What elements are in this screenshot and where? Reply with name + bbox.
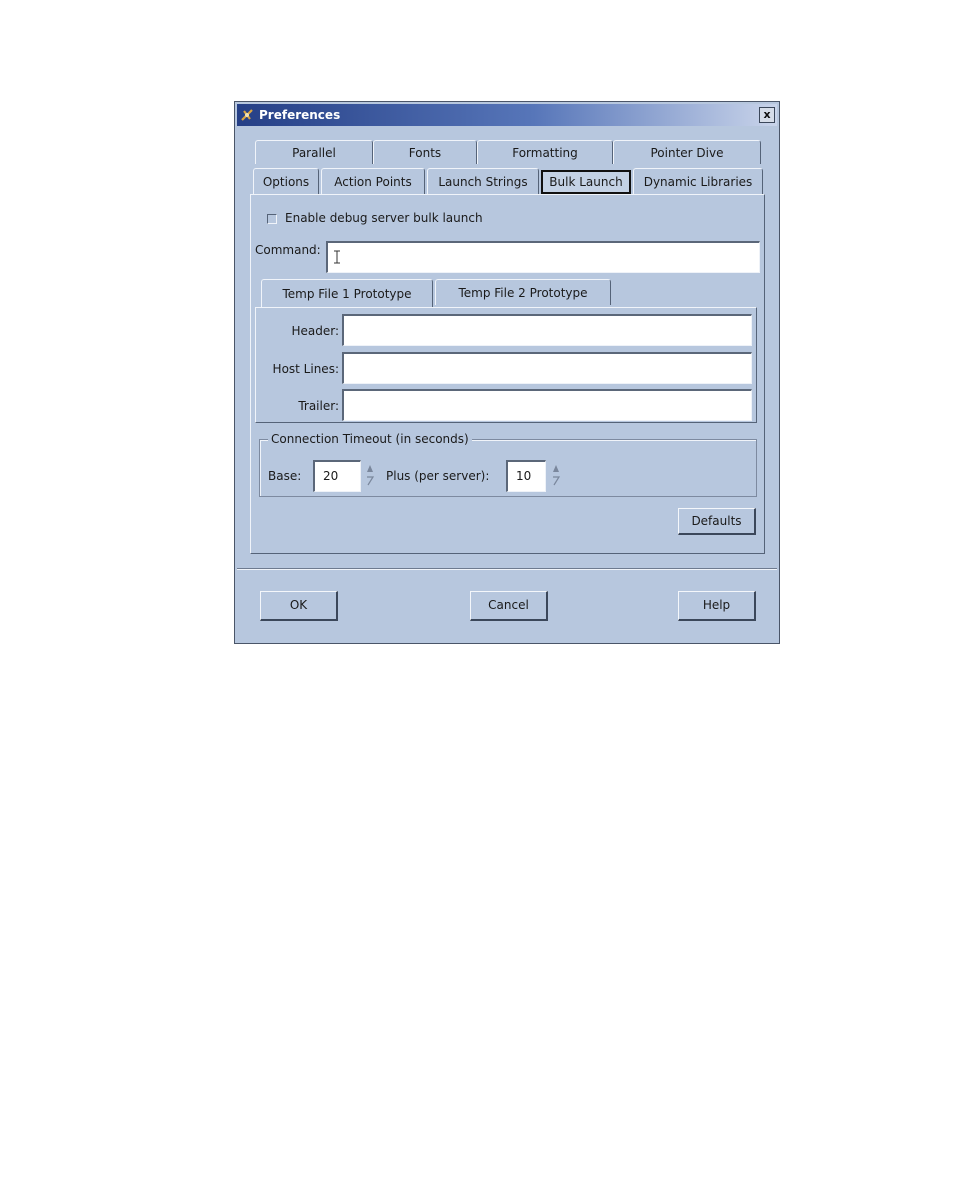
- bulk-launch-panel: Enable debug server bulk launch Command:…: [250, 194, 765, 554]
- help-button-label: Help: [702, 598, 731, 612]
- tab-label: Dynamic Libraries: [643, 175, 753, 189]
- title-bar[interactable]: Preferences x: [237, 104, 777, 126]
- host-lines-input[interactable]: [342, 352, 752, 384]
- tab-dynamic-libraries[interactable]: Dynamic Libraries: [633, 168, 763, 194]
- tab-action-points[interactable]: Action Points: [321, 168, 425, 194]
- help-button[interactable]: Help: [678, 591, 756, 621]
- ok-button[interactable]: OK: [260, 591, 338, 621]
- tab-formatting[interactable]: Formatting: [477, 140, 613, 164]
- subtab-label: Temp File 1 Prototype: [282, 287, 412, 301]
- ok-button-label: OK: [289, 598, 308, 612]
- footer-separator: [237, 568, 777, 570]
- enable-bulk-launch-checkbox[interactable]: [267, 214, 277, 224]
- tab-bulk-launch[interactable]: Bulk Launch: [541, 170, 631, 194]
- tab-label: Formatting: [512, 146, 578, 160]
- app-icon: [241, 109, 253, 121]
- subtab-label: Temp File 2 Prototype: [458, 286, 588, 300]
- enable-bulk-launch-label: Enable debug server bulk launch: [285, 211, 483, 225]
- connection-timeout-title: Connection Timeout (in seconds): [268, 432, 472, 446]
- plus-per-server-input[interactable]: 10: [506, 460, 546, 492]
- plus-per-server-label: Plus (per server):: [386, 469, 490, 483]
- command-label: Command:: [255, 243, 321, 257]
- tab-label: Options: [262, 175, 310, 189]
- close-icon: x: [763, 108, 771, 121]
- close-button[interactable]: x: [759, 107, 775, 123]
- preferences-window: Preferences x Parallel Fonts Formatting …: [234, 101, 780, 644]
- tab-label: Parallel: [292, 146, 336, 160]
- tab-launch-strings[interactable]: Launch Strings: [427, 168, 539, 194]
- subtab-temp-file-1[interactable]: Temp File 1 Prototype: [261, 279, 433, 307]
- defaults-button-label: Defaults: [691, 514, 742, 528]
- tab-label: Action Points: [334, 175, 412, 189]
- tab-label: Bulk Launch: [549, 175, 623, 189]
- cancel-button[interactable]: Cancel: [470, 591, 548, 621]
- tab-label: Fonts: [408, 146, 442, 160]
- tab-label: Pointer Dive: [650, 146, 724, 160]
- header-input[interactable]: [342, 314, 752, 346]
- window-title: Preferences: [259, 108, 341, 122]
- prototype-panel: Header: Host Lines: Trailer:: [255, 307, 757, 423]
- trailer-label: Trailer:: [298, 399, 339, 413]
- header-label: Header:: [291, 324, 339, 338]
- plus-spinner-icon[interactable]: [551, 462, 561, 488]
- base-input[interactable]: 20: [313, 460, 361, 492]
- tab-label: Launch Strings: [438, 175, 528, 189]
- tab-options[interactable]: Options: [253, 168, 319, 194]
- cancel-button-label: Cancel: [488, 598, 529, 612]
- tab-pointer-dive[interactable]: Pointer Dive: [613, 140, 761, 164]
- subtab-temp-file-2[interactable]: Temp File 2 Prototype: [435, 279, 611, 305]
- connection-timeout-group: Connection Timeout (in seconds) Base: 20…: [259, 432, 757, 497]
- host-lines-label: Host Lines:: [272, 362, 339, 376]
- defaults-button[interactable]: Defaults: [678, 508, 756, 535]
- trailer-input[interactable]: [342, 389, 752, 421]
- text-cursor-icon: [334, 250, 340, 264]
- plus-per-server-value: 10: [516, 469, 532, 483]
- tab-parallel[interactable]: Parallel: [255, 140, 373, 164]
- base-spinner-icon[interactable]: [365, 462, 375, 488]
- base-value: 20: [323, 469, 339, 483]
- tab-fonts[interactable]: Fonts: [373, 140, 477, 164]
- base-label: Base:: [268, 469, 302, 483]
- command-input[interactable]: [326, 241, 760, 273]
